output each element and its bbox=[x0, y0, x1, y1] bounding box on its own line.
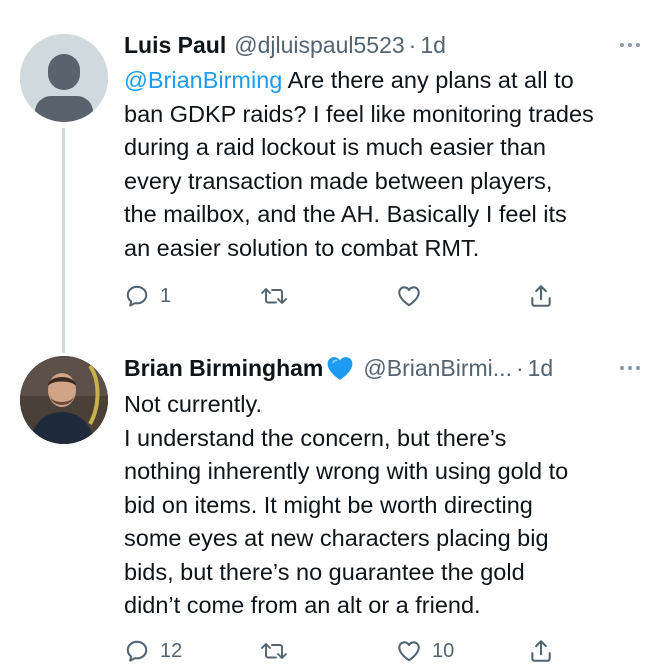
tweet-text-line: bids, but there’s no guarantee the gold bbox=[124, 558, 525, 585]
reply-count: 12 bbox=[160, 639, 183, 662]
tweet-text-line: Not currently. bbox=[124, 391, 262, 417]
mention-link[interactable]: @BrianBirming bbox=[124, 67, 282, 93]
tweet-text-line: I understand the concern, but there’s bbox=[124, 424, 507, 451]
tweet-text: @BrianBirming Are there any plans at all… bbox=[124, 64, 644, 265]
tweet-header: Luis Paul @djluispaul5523 · 1d bbox=[124, 28, 640, 62]
tweet-header: Brian Birmingham @BrianBirmi... · 1d bbox=[124, 351, 640, 385]
reply-button[interactable]: 1 bbox=[124, 281, 171, 311]
avatar[interactable] bbox=[20, 34, 108, 122]
blue-heart-icon bbox=[325, 355, 355, 381]
tweet-text-line: didn’t come from an alt or a friend. bbox=[124, 592, 481, 618]
tweet-text-line: the mailbox, and the AH. Basically I fee… bbox=[124, 201, 567, 227]
retweet-icon bbox=[261, 643, 287, 659]
retweet-icon bbox=[261, 288, 287, 304]
reply-icon bbox=[126, 640, 148, 662]
share-button[interactable] bbox=[528, 636, 554, 666]
reply-button[interactable]: 12 bbox=[124, 636, 182, 666]
author-name[interactable]: Brian Birmingham bbox=[124, 355, 323, 382]
heart-icon bbox=[398, 641, 420, 662]
tweet-text-line: an easier solution to combat RMT. bbox=[124, 234, 480, 261]
tweet-text-line: nothing inherently wrong with using gold… bbox=[124, 458, 569, 484]
like-button[interactable] bbox=[396, 281, 432, 311]
retweet-button[interactable] bbox=[260, 636, 298, 666]
more-icon[interactable] bbox=[620, 351, 640, 385]
tweet-text-line: bid on items. It might be worth directin… bbox=[124, 491, 533, 518]
heart-icon bbox=[398, 286, 420, 307]
more-icon[interactable] bbox=[620, 28, 640, 62]
reply-count: 1 bbox=[160, 284, 172, 307]
share-icon bbox=[531, 285, 551, 307]
tweet-actions: 12 10 bbox=[124, 636, 564, 666]
timestamp[interactable]: 1d bbox=[420, 32, 446, 59]
tweet-actions: 1 bbox=[124, 281, 564, 311]
tweet-text: Not currently. I understand the concern,… bbox=[124, 388, 644, 623]
tweet-text-line: Are there any plans at all to bbox=[282, 67, 574, 93]
author-handle[interactable]: @BrianBirmi... bbox=[363, 355, 512, 382]
profile-photo-icon bbox=[20, 356, 108, 444]
like-button[interactable]: 10 bbox=[396, 636, 454, 666]
author-name[interactable]: Luis Paul bbox=[124, 32, 226, 59]
tweet-text-line: during a raid lockout is much easier tha… bbox=[124, 134, 546, 160]
reply-icon bbox=[126, 285, 148, 307]
tweet-text-line: ban GDKP raids? I feel like monitoring t… bbox=[124, 100, 594, 127]
tweet-text-line: some eyes at new characters placing big bbox=[124, 525, 549, 551]
share-button[interactable] bbox=[528, 281, 554, 311]
share-icon bbox=[531, 640, 551, 662]
thread-line bbox=[62, 128, 65, 353]
avatar[interactable] bbox=[20, 356, 108, 444]
timestamp[interactable]: 1d bbox=[528, 355, 554, 382]
default-avatar-icon bbox=[20, 34, 108, 122]
separator: · bbox=[515, 354, 524, 381]
like-count: 10 bbox=[432, 639, 455, 662]
author-handle[interactable]: @djluispaul5523 bbox=[234, 32, 404, 59]
separator: · bbox=[408, 31, 417, 58]
retweet-button[interactable] bbox=[260, 281, 298, 311]
tweet-text-line: every transaction made between players, bbox=[124, 167, 553, 194]
